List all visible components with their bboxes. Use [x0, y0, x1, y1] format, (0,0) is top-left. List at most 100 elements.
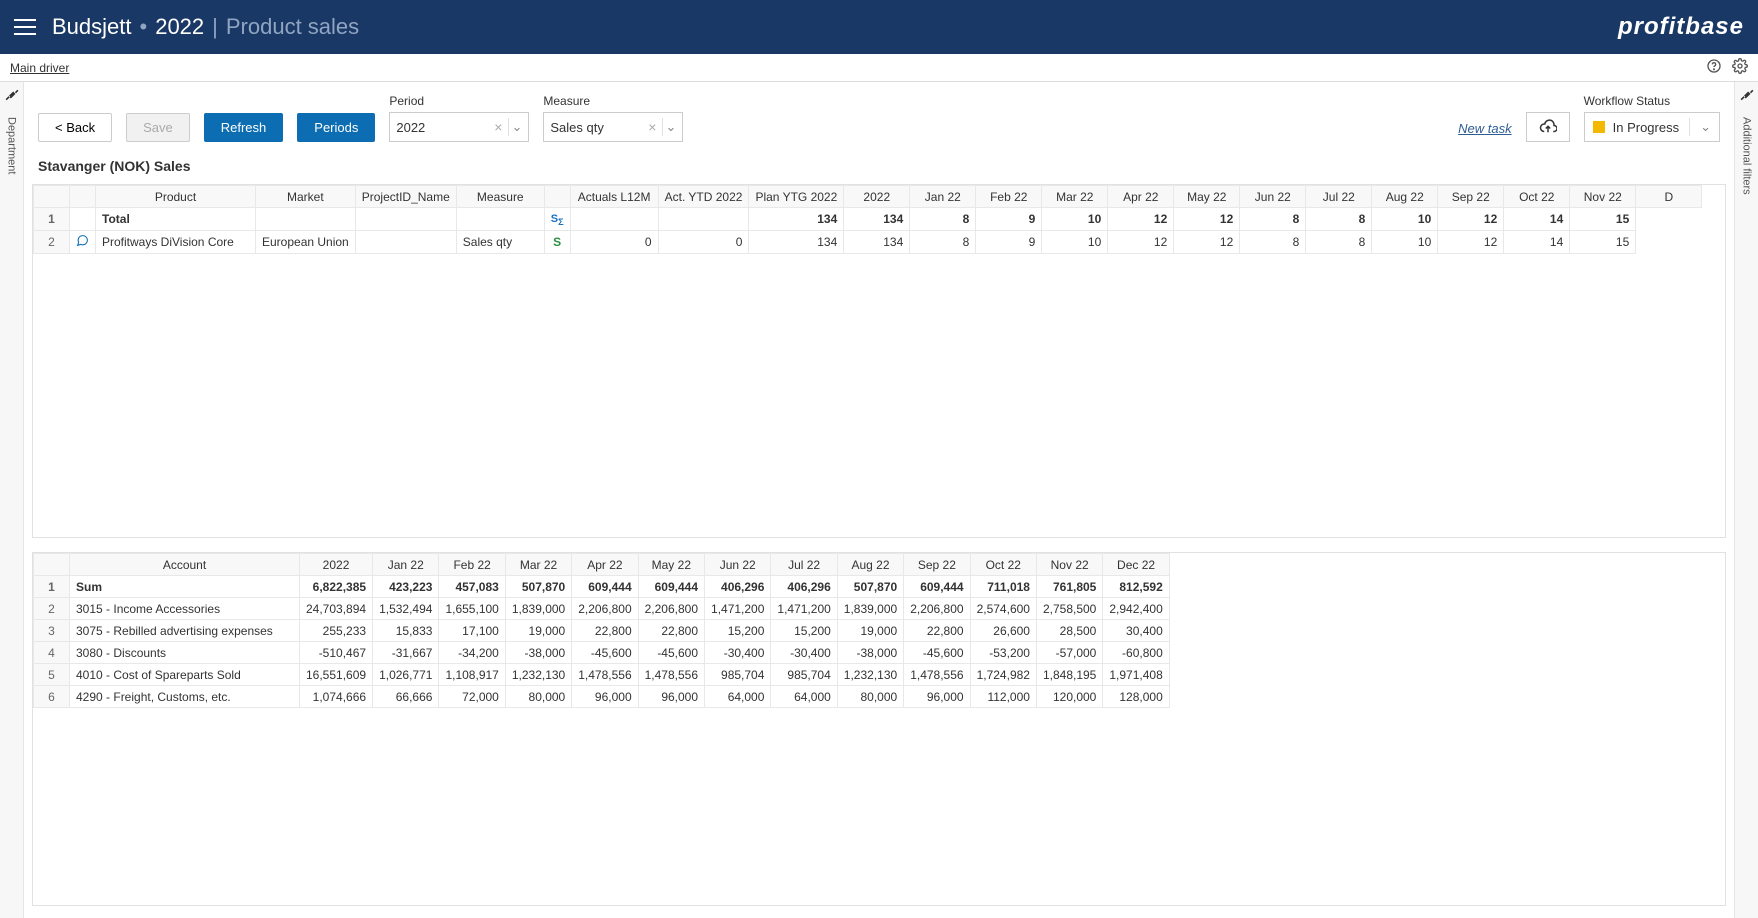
grid2-header[interactable]: Sep 22	[904, 554, 970, 576]
data-cell[interactable]: 12	[1438, 208, 1504, 231]
data-cell[interactable]: 96,000	[572, 686, 638, 708]
grid1-header[interactable]: ProjectID_Name	[355, 186, 456, 208]
grid2-header[interactable]: Aug 22	[837, 554, 903, 576]
data-cell[interactable]: 66,666	[373, 686, 439, 708]
data-cell[interactable]: 1,532,494	[373, 598, 439, 620]
data-cell[interactable]: 1,724,982	[970, 664, 1036, 686]
workflow-combo[interactable]: In Progress ⌄	[1584, 112, 1720, 142]
data-cell[interactable]: 22,800	[572, 620, 638, 642]
grid1-header[interactable]: Sep 22	[1438, 186, 1504, 208]
chevron-down-icon[interactable]: ⌄	[1700, 119, 1711, 135]
data-cell[interactable]: 2,206,800	[904, 598, 970, 620]
data-cell[interactable]: 24,703,894	[300, 598, 373, 620]
data-cell[interactable]: -30,400	[771, 642, 837, 664]
data-cell[interactable]: -57,000	[1036, 642, 1102, 664]
chevron-down-icon[interactable]: ⌄	[511, 119, 522, 135]
grid1-header[interactable]: Mar 22	[1042, 186, 1108, 208]
grid1-header[interactable]: Aug 22	[1372, 186, 1438, 208]
data-cell[interactable]: 10	[1372, 208, 1438, 231]
data-cell[interactable]: 406,296	[705, 576, 771, 598]
data-cell[interactable]: 2,574,600	[970, 598, 1036, 620]
grid1-header[interactable]: Nov 22	[1570, 186, 1636, 208]
data-cell[interactable]: 6,822,385	[300, 576, 373, 598]
grid1-header[interactable]: Feb 22	[976, 186, 1042, 208]
data-cell[interactable]: 812,592	[1103, 576, 1169, 598]
data-cell[interactable]: 15,833	[373, 620, 439, 642]
grid2-header[interactable]: Mar 22	[505, 554, 571, 576]
comment-icon[interactable]	[70, 208, 96, 231]
data-cell[interactable]: 12	[1438, 231, 1504, 254]
measure-cell[interactable]	[456, 208, 544, 231]
settings-icon[interactable]	[1732, 58, 1748, 77]
data-cell[interactable]: 1,478,556	[904, 664, 970, 686]
data-cell[interactable]: -38,000	[505, 642, 571, 664]
data-cell[interactable]: 22,800	[904, 620, 970, 642]
clear-icon[interactable]: ×	[644, 119, 660, 135]
data-cell[interactable]: 423,223	[373, 576, 439, 598]
grid1-header[interactable]	[34, 186, 70, 208]
data-cell[interactable]: 19,000	[505, 620, 571, 642]
data-cell[interactable]: 1,839,000	[837, 598, 903, 620]
data-cell[interactable]: 120,000	[1036, 686, 1102, 708]
grid2-scroll[interactable]: Account2022Jan 22Feb 22Mar 22Apr 22May 2…	[33, 553, 1725, 905]
tools-icon[interactable]	[1740, 88, 1754, 105]
data-cell[interactable]: 8	[1240, 208, 1306, 231]
data-cell[interactable]: 1,848,195	[1036, 664, 1102, 686]
data-cell[interactable]: 609,444	[904, 576, 970, 598]
measure-cell[interactable]: Sales qty	[456, 231, 544, 254]
grid2-header[interactable]: Nov 22	[1036, 554, 1102, 576]
grid1-header[interactable]: Actuals L12M	[570, 186, 658, 208]
grid1-header[interactable]: 2022	[844, 186, 910, 208]
grid1-header[interactable]: Oct 22	[1504, 186, 1570, 208]
data-cell[interactable]: 17,100	[439, 620, 505, 642]
data-cell[interactable]: -510,467	[300, 642, 373, 664]
comment-icon[interactable]	[70, 231, 96, 254]
grid1-header[interactable]: Jan 22	[910, 186, 976, 208]
data-cell[interactable]: 80,000	[505, 686, 571, 708]
data-cell[interactable]: 12	[1174, 208, 1240, 231]
data-cell[interactable]: 19,000	[837, 620, 903, 642]
account-cell[interactable]: 4290 - Freight, Customs, etc.	[70, 686, 300, 708]
data-cell[interactable]	[658, 208, 749, 231]
data-cell[interactable]: 1,232,130	[837, 664, 903, 686]
right-rail[interactable]: Additional filters	[1734, 82, 1758, 918]
data-cell[interactable]: 507,870	[505, 576, 571, 598]
data-cell[interactable]: -45,600	[572, 642, 638, 664]
grid2-header[interactable]: Apr 22	[572, 554, 638, 576]
data-cell[interactable]: 9	[976, 208, 1042, 231]
data-cell[interactable]: 8	[1306, 208, 1372, 231]
grid2-header[interactable]: Jan 22	[373, 554, 439, 576]
data-cell[interactable]: 1,471,200	[771, 598, 837, 620]
clear-icon[interactable]: ×	[490, 119, 506, 135]
data-cell[interactable]: 2,758,500	[1036, 598, 1102, 620]
data-cell[interactable]: 8	[1306, 231, 1372, 254]
grid2-header[interactable]: Account	[70, 554, 300, 576]
data-cell[interactable]: 26,600	[970, 620, 1036, 642]
account-cell[interactable]: 3015 - Income Accessories	[70, 598, 300, 620]
period-combo[interactable]: 2022 × ⌄	[389, 112, 529, 142]
grid2-header[interactable]: Jun 22	[705, 554, 771, 576]
market-cell[interactable]	[256, 208, 356, 231]
data-cell[interactable]: 711,018	[970, 576, 1036, 598]
grid1-header[interactable]: Apr 22	[1108, 186, 1174, 208]
data-cell[interactable]: 15,200	[771, 620, 837, 642]
chevron-down-icon[interactable]: ⌄	[665, 119, 676, 135]
grid1-header[interactable]: Jul 22	[1306, 186, 1372, 208]
data-cell[interactable]: 1,108,917	[439, 664, 505, 686]
data-cell[interactable]: 112,000	[970, 686, 1036, 708]
left-rail[interactable]: Department	[0, 82, 24, 918]
data-cell[interactable]: 1,026,771	[373, 664, 439, 686]
grid1-header[interactable]: May 22	[1174, 186, 1240, 208]
data-cell[interactable]: 134	[749, 231, 844, 254]
data-cell[interactable]: 96,000	[638, 686, 704, 708]
tools-icon[interactable]	[5, 88, 19, 105]
data-cell[interactable]: -31,667	[373, 642, 439, 664]
data-cell[interactable]: 64,000	[705, 686, 771, 708]
data-cell[interactable]: 16,551,609	[300, 664, 373, 686]
product-cell[interactable]: Total	[96, 208, 256, 231]
data-cell[interactable]: -53,200	[970, 642, 1036, 664]
data-cell[interactable]: 507,870	[837, 576, 903, 598]
refresh-button[interactable]: Refresh	[204, 113, 284, 142]
data-cell[interactable]: 406,296	[771, 576, 837, 598]
new-task-link[interactable]: New task	[1458, 121, 1511, 142]
